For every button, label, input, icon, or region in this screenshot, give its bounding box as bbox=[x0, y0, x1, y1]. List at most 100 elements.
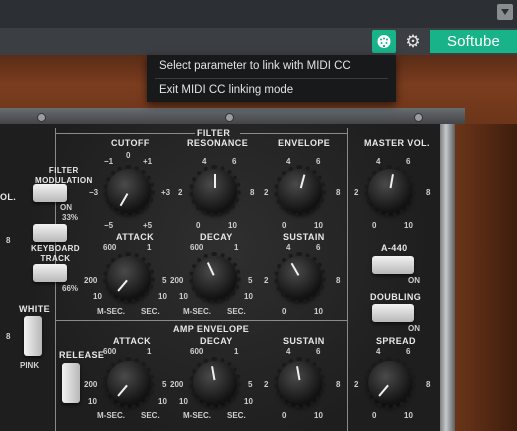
label-doubling: DOUBLING bbox=[370, 292, 422, 302]
label-filter-attack: ATTACK bbox=[116, 232, 155, 242]
scale-label: 1 bbox=[147, 347, 152, 356]
scale-label: 6 bbox=[406, 347, 411, 356]
wood-side-trim bbox=[455, 124, 517, 431]
scale-label: 8 bbox=[6, 332, 11, 341]
label-envelope: ENVELOPE bbox=[278, 138, 331, 148]
gear-icon: ⚙ bbox=[405, 32, 421, 51]
envelope-knob[interactable] bbox=[274, 165, 326, 217]
scale-label: 1 bbox=[147, 243, 152, 252]
label-spread: SPREAD bbox=[376, 336, 416, 346]
scale-label: +3 bbox=[161, 188, 171, 197]
scale-label: 4 bbox=[202, 157, 207, 166]
screw bbox=[37, 113, 46, 122]
settings-button[interactable]: ⚙ bbox=[400, 30, 426, 53]
label-release: RELEASE bbox=[59, 350, 105, 360]
switch-on-label: ON bbox=[408, 324, 420, 333]
unit-msec: M-SEC. bbox=[183, 307, 211, 316]
label-resonance: RESONANCE bbox=[187, 138, 249, 148]
scale-label: −1 bbox=[104, 157, 114, 166]
master-volume-knob[interactable] bbox=[364, 165, 416, 217]
menu-item-select-parameter[interactable]: Select parameter to link with MIDI CC bbox=[147, 55, 396, 77]
scale-label: 6 bbox=[232, 157, 237, 166]
filter-sustain-knob[interactable] bbox=[274, 252, 326, 304]
scale-label: 2 bbox=[264, 276, 269, 285]
amp-sustain-knob[interactable] bbox=[274, 357, 326, 409]
scale-label: 4 bbox=[376, 347, 381, 356]
scale-label: 10 bbox=[158, 292, 167, 301]
menu-item-exit-linking[interactable]: Exit MIDI CC linking mode bbox=[147, 79, 396, 101]
scale-label: 8 bbox=[426, 188, 431, 197]
scale-label: 0 bbox=[372, 221, 377, 230]
scale-label: 0 bbox=[126, 151, 131, 160]
label-amp-attack: ATTACK bbox=[113, 336, 152, 346]
label-amp-sustain: SUSTAIN bbox=[283, 336, 325, 346]
cutoff-knob[interactable] bbox=[103, 165, 155, 217]
filter-decay-knob[interactable] bbox=[189, 252, 241, 304]
noise-color-switch[interactable] bbox=[24, 316, 42, 356]
scale-label: 0 bbox=[372, 411, 377, 420]
scale-label: 10 bbox=[404, 221, 413, 230]
scale-label: 6 bbox=[316, 347, 321, 356]
label-amp-decay: DECAY bbox=[200, 336, 233, 346]
scale-label: 10 bbox=[179, 292, 188, 301]
amp-attack-knob[interactable] bbox=[103, 357, 155, 409]
scale-label: −5 bbox=[104, 221, 114, 230]
divider bbox=[240, 133, 347, 134]
amp-decay-knob[interactable] bbox=[189, 357, 241, 409]
scale-label: 5 bbox=[248, 276, 253, 285]
midi-link-button[interactable] bbox=[372, 30, 396, 53]
screw bbox=[225, 113, 234, 122]
scale-label: 0 bbox=[282, 221, 287, 230]
kbd-track-66: 66% bbox=[62, 284, 79, 293]
scale-label: 10 bbox=[314, 221, 323, 230]
scale-label: 600 bbox=[103, 347, 117, 356]
scale-label: 8 bbox=[336, 188, 341, 197]
label-a440: A-440 bbox=[381, 243, 408, 253]
scale-label: 600 bbox=[103, 243, 117, 252]
scale-label: 1 bbox=[234, 243, 239, 252]
scale-label: 4 bbox=[286, 347, 291, 356]
scale-label: 10 bbox=[93, 292, 102, 301]
label-vol-cut: OL. bbox=[0, 192, 17, 202]
scale-label: 5 bbox=[248, 380, 253, 389]
label-keyboard-track: KEYBOARD TRACK bbox=[31, 244, 80, 263]
divider bbox=[55, 133, 195, 134]
scale-label: 200 bbox=[84, 276, 98, 285]
scale-label: 6 bbox=[316, 157, 321, 166]
scale-label: 6 bbox=[316, 243, 321, 252]
unit-msec: M-SEC. bbox=[97, 307, 125, 316]
filter-attack-knob[interactable] bbox=[103, 252, 155, 304]
scale-label: 2 bbox=[264, 380, 269, 389]
scale-label: 10 bbox=[244, 397, 253, 406]
label-filter-sustain: SUSTAIN bbox=[283, 232, 325, 242]
scale-label: 200 bbox=[170, 276, 184, 285]
scale-label: 2 bbox=[264, 188, 269, 197]
section-title-amp-envelope: AMP ENVELOPE bbox=[173, 324, 250, 334]
doubling-switch[interactable] bbox=[372, 304, 414, 322]
scale-label: 0 bbox=[282, 307, 287, 316]
scale-label: +5 bbox=[143, 221, 153, 230]
scale-label: 5 bbox=[162, 380, 167, 389]
softube-logo[interactable]: Softube bbox=[430, 30, 517, 53]
scale-label: 2 bbox=[354, 188, 359, 197]
scale-label: 10 bbox=[314, 307, 323, 316]
divider bbox=[55, 320, 347, 321]
resonance-knob[interactable] bbox=[189, 165, 241, 217]
filter-modulation-switch[interactable] bbox=[33, 184, 67, 202]
scale-label: 10 bbox=[88, 397, 97, 406]
a440-switch[interactable] bbox=[372, 256, 414, 274]
section-title-filter: FILTER bbox=[197, 128, 231, 138]
caret-down-icon[interactable] bbox=[497, 4, 513, 20]
release-switch[interactable] bbox=[62, 363, 80, 403]
label-white: WHITE bbox=[19, 304, 50, 314]
keyboard-track-switch-b[interactable] bbox=[33, 264, 67, 282]
scale-label: 600 bbox=[190, 243, 204, 252]
keyboard-track-switch-a[interactable] bbox=[33, 224, 67, 242]
scale-label: 10 bbox=[158, 397, 167, 406]
switch-on-label: ON bbox=[408, 276, 420, 285]
scale-label: 8 bbox=[426, 380, 431, 389]
scale-label: 4 bbox=[376, 157, 381, 166]
scale-label: 10 bbox=[244, 292, 253, 301]
midi-cc-context-menu: Select parameter to link with MIDI CC Ex… bbox=[147, 55, 396, 102]
spread-knob[interactable] bbox=[364, 357, 416, 409]
